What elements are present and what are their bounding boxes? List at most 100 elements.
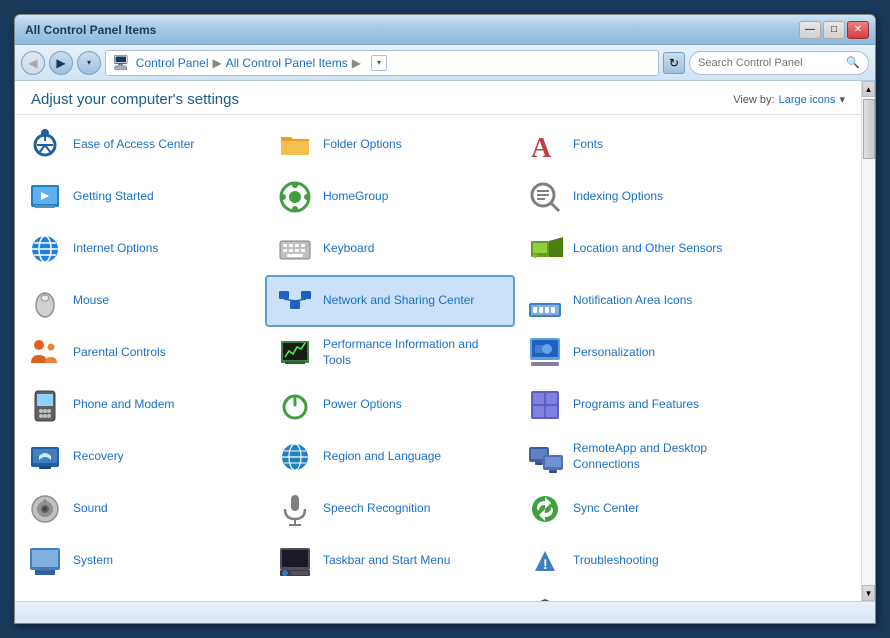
power-options-label: Power Options — [323, 397, 402, 413]
item-parental-controls[interactable]: Parental Controls — [15, 327, 265, 379]
breadcrumb-bar: 🖥 Control Panel ▶ All Control Panel Item… — [105, 50, 659, 76]
item-speech-recognition[interactable]: Speech Recognition — [265, 483, 515, 535]
personalization-label: Personalization — [573, 345, 655, 361]
performance-label: Performance Information and Tools — [323, 337, 505, 368]
item-windows-defender[interactable]: Windows Defender — [515, 587, 765, 601]
remoteapp-icon — [525, 437, 565, 477]
item-indexing-options[interactable]: Indexing Options — [515, 171, 765, 223]
item-region-language[interactable]: Region and Language — [265, 431, 515, 483]
items-grid: Ease of Access Center Folder Options A F… — [15, 115, 861, 601]
breadcrumb-all-items[interactable]: All Control Panel Items — [226, 56, 348, 70]
item-phone-modem[interactable]: Phone and Modem — [15, 379, 265, 431]
item-getting-started[interactable]: Getting Started — [15, 171, 265, 223]
region-language-icon — [275, 437, 315, 477]
forward-button[interactable]: ▶ — [49, 51, 73, 75]
view-by-control: View by: Large icons ▾ — [733, 93, 845, 106]
sync-center-label: Sync Center — [573, 501, 639, 517]
troubleshooting-icon: ! — [525, 541, 565, 581]
refresh-button[interactable]: ↻ — [663, 52, 685, 74]
status-bar — [15, 601, 875, 623]
remoteapp-label: RemoteApp and Desktop Connections — [573, 441, 755, 472]
grid-row-8: Sound Speech Recognition Sync Center — [15, 483, 861, 535]
scroll-up-button[interactable]: ▲ — [862, 81, 875, 97]
scroll-thumb[interactable] — [863, 99, 875, 159]
item-notification-icons[interactable]: Notification Area Icons — [515, 275, 765, 327]
close-button[interactable]: ✕ — [847, 21, 869, 39]
sync-center-icon — [525, 489, 565, 529]
speech-recognition-label: Speech Recognition — [323, 501, 430, 517]
grid-row-1: Ease of Access Center Folder Options A F… — [15, 119, 861, 171]
item-remoteapp[interactable]: RemoteApp and Desktop Connections — [515, 431, 765, 483]
location-sensors-label: Location and Other Sensors — [573, 241, 722, 257]
item-mouse[interactable]: Mouse — [15, 275, 265, 327]
item-user-accounts[interactable]: User Accounts — [15, 587, 265, 601]
item-system[interactable]: System — [15, 535, 265, 587]
scrollbar[interactable]: ▲ ▼ — [861, 81, 875, 601]
region-language-label: Region and Language — [323, 449, 441, 465]
breadcrumb-control-panel[interactable]: Control Panel — [136, 56, 209, 70]
grid-row-10: User Accounts Windows CardSpace Windows … — [15, 587, 861, 601]
mouse-label: Mouse — [73, 293, 109, 309]
search-bar[interactable]: 🔍 — [689, 51, 869, 75]
panel-header: Adjust your computer's settings View by:… — [15, 81, 861, 115]
fonts-label: Fonts — [573, 137, 603, 153]
svg-text:A: A — [531, 133, 552, 163]
network-sharing-label: Network and Sharing Center — [323, 293, 474, 309]
getting-started-label: Getting Started — [73, 189, 154, 205]
item-windows-cardspace[interactable]: Windows CardSpace — [265, 587, 515, 601]
power-options-icon — [275, 385, 315, 425]
item-sync-center[interactable]: Sync Center — [515, 483, 765, 535]
indexing-options-icon — [525, 177, 565, 217]
personalization-icon — [525, 333, 565, 373]
item-fonts[interactable]: A Fonts — [515, 119, 765, 171]
fonts-icon: A — [525, 125, 565, 165]
user-accounts-icon — [25, 593, 65, 601]
location-sensors-icon — [525, 229, 565, 269]
recent-pages-button[interactable]: ▾ — [77, 51, 101, 75]
item-keyboard[interactable]: Keyboard — [265, 223, 515, 275]
programs-features-icon — [525, 385, 565, 425]
item-internet-options[interactable]: Internet Options — [15, 223, 265, 275]
search-input[interactable] — [698, 57, 842, 69]
address-bar: ◀ ▶ ▾ 🖥 Control Panel ▶ All Control Pane… — [15, 45, 875, 81]
item-homegroup[interactable]: HomeGroup — [265, 171, 515, 223]
taskbar-start-icon — [275, 541, 315, 581]
item-ease-of-access[interactable]: Ease of Access Center — [15, 119, 265, 171]
phone-modem-label: Phone and Modem — [73, 397, 174, 413]
item-network-sharing[interactable]: Network and Sharing Center — [265, 275, 515, 327]
folder-options-label: Folder Options — [323, 137, 402, 153]
main-panel: Adjust your computer's settings View by:… — [15, 81, 861, 601]
phone-modem-icon — [25, 385, 65, 425]
ease-of-access-label: Ease of Access Center — [73, 137, 194, 153]
system-label: System — [73, 553, 113, 569]
getting-started-icon — [25, 177, 65, 217]
back-button[interactable]: ◀ — [21, 51, 45, 75]
item-performance[interactable]: Performance Information and Tools — [265, 327, 515, 379]
item-troubleshooting[interactable]: ! Troubleshooting — [515, 535, 765, 587]
item-programs-features[interactable]: Programs and Features — [515, 379, 765, 431]
item-recovery[interactable]: Recovery — [15, 431, 265, 483]
title-bar-buttons: — □ ✕ — [799, 21, 869, 39]
ease-of-access-icon — [25, 125, 65, 165]
programs-features-label: Programs and Features — [573, 397, 699, 413]
breadcrumb-dropdown[interactable]: ▾ — [371, 55, 387, 71]
item-personalization[interactable]: Personalization — [515, 327, 765, 379]
troubleshooting-label: Troubleshooting — [573, 553, 659, 569]
scroll-down-button[interactable]: ▼ — [862, 585, 875, 601]
item-power-options[interactable]: Power Options — [265, 379, 515, 431]
view-by-chevron: ▾ — [839, 93, 845, 106]
parental-controls-label: Parental Controls — [73, 345, 166, 361]
view-by-value[interactable]: Large icons — [779, 94, 836, 106]
minimize-button[interactable]: — — [799, 21, 821, 39]
speech-recognition-icon — [275, 489, 315, 529]
windows-cardspace-icon — [275, 593, 315, 601]
maximize-button[interactable]: □ — [823, 21, 845, 39]
keyboard-label: Keyboard — [323, 241, 374, 257]
item-taskbar-start[interactable]: Taskbar and Start Menu — [265, 535, 515, 587]
internet-options-label: Internet Options — [73, 241, 158, 257]
item-folder-options[interactable]: Folder Options — [265, 119, 515, 171]
grid-row-9: System Taskbar and Start Menu ! Troubles… — [15, 535, 861, 587]
parental-controls-icon — [25, 333, 65, 373]
item-location-sensors[interactable]: Location and Other Sensors — [515, 223, 765, 275]
item-sound[interactable]: Sound — [15, 483, 265, 535]
